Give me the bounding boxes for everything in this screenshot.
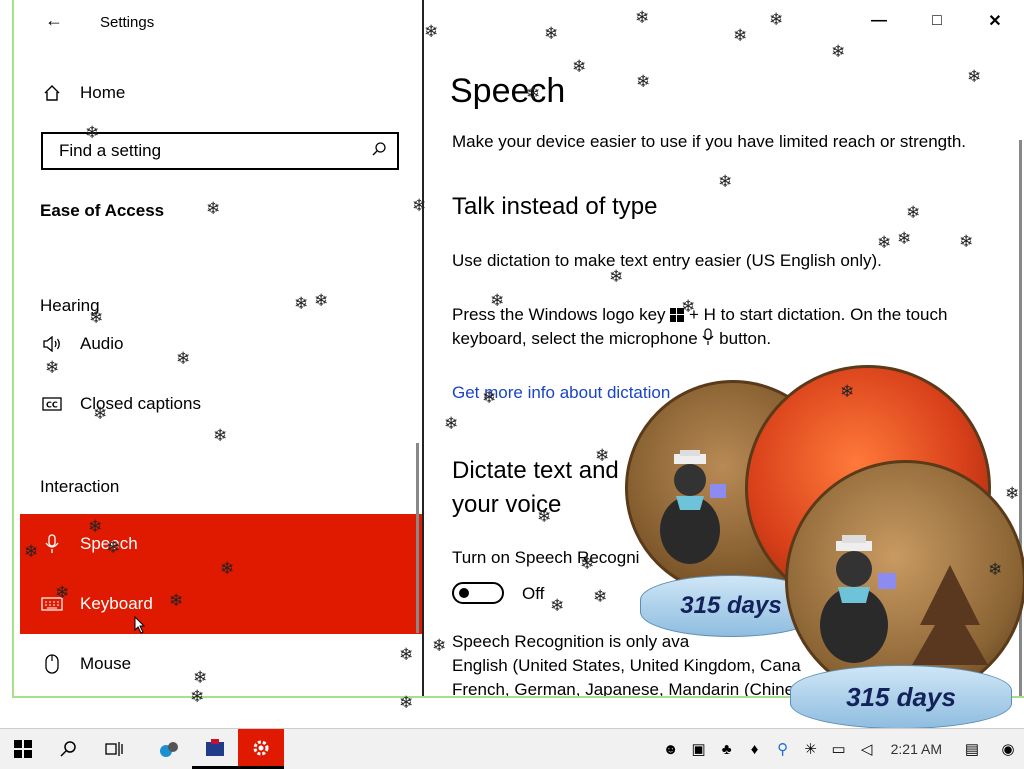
- window-controls: — □ ✕: [850, 6, 1024, 36]
- dictate-heading-line2: your voice: [452, 491, 562, 518]
- speech-recognition-toggle[interactable]: [452, 582, 504, 604]
- people-icon[interactable]: ☻: [657, 729, 685, 769]
- sidebar-item-home[interactable]: Home: [40, 83, 125, 103]
- settings-icon: [253, 740, 269, 755]
- keyboard-icon: [40, 594, 64, 614]
- instruction-text: button.: [719, 329, 772, 348]
- tray-app-icon[interactable]: ◉: [992, 729, 1024, 769]
- speech-recognition-label: Turn on Speech Recogni: [452, 548, 640, 567]
- app-icon: [206, 738, 224, 756]
- search-input[interactable]: [57, 140, 361, 162]
- sidebar: ← Settings Home Ease of Access Hearing A…: [14, 0, 422, 696]
- svg-text:CC: CC: [46, 401, 58, 410]
- sidebar-item-label: Keyboard: [80, 594, 153, 613]
- minimize-button[interactable]: —: [850, 6, 908, 36]
- dictation-text: Use dictation to make text entry easier …: [452, 251, 882, 270]
- search-box[interactable]: [41, 132, 399, 170]
- taskbar-search-button[interactable]: [46, 729, 92, 769]
- sidebar-item-mouse[interactable]: Mouse: [40, 654, 131, 674]
- task-view-button[interactable]: [92, 729, 138, 769]
- start-button[interactable]: [0, 729, 46, 769]
- magnifier-icon[interactable]: ⚲: [769, 729, 797, 769]
- toggle-knob: [459, 588, 469, 598]
- mouse-icon: [40, 654, 64, 674]
- instruction-text: Press the Windows logo key: [452, 305, 666, 324]
- taskbar-app-1[interactable]: [146, 729, 192, 769]
- action-center-icon[interactable]: ▤: [952, 729, 992, 769]
- maximize-button[interactable]: □: [908, 6, 966, 36]
- dictation-instructions: Press the Windows logo key + H to start …: [452, 303, 947, 329]
- tray-app-icon[interactable]: ♣: [713, 729, 741, 769]
- dictate-heading-line1: Dictate text and: [452, 457, 619, 484]
- taskbar-settings[interactable]: [238, 729, 284, 769]
- sidebar-scrollbar[interactable]: [416, 443, 419, 633]
- microphone-icon: [40, 534, 64, 554]
- cc-icon: CC: [40, 394, 64, 414]
- dictation-instructions-line2: keyboard, select the microphone button.: [452, 327, 771, 353]
- tray-app-icon[interactable]: ♦: [741, 729, 769, 769]
- search-icon[interactable]: [371, 141, 387, 162]
- snow-globe-overlay: 315 days 315 days: [620, 365, 1024, 730]
- sidebar-item-label: Speech: [80, 534, 138, 553]
- system-tray: ☻ ▣ ♣ ♦ ⚲ ✳ ▭ ◁ 2:21 AM ▤ ◉: [657, 729, 1024, 769]
- talk-heading: Talk instead of type: [452, 193, 658, 220]
- page-description: Make your device easier to use if you ha…: [452, 132, 967, 151]
- window-title: Settings: [100, 14, 155, 31]
- network-icon[interactable]: ▭: [825, 729, 853, 769]
- snowman-icon: [810, 529, 910, 670]
- back-arrow-icon[interactable]: ←: [42, 10, 66, 34]
- microphone-icon: [702, 328, 714, 353]
- toggle-state-label: Off: [522, 584, 545, 603]
- task-view-icon: [105, 742, 123, 756]
- section-heading-interaction: Interaction: [40, 477, 120, 496]
- sidebar-item-keyboard[interactable]: Keyboard: [40, 594, 153, 614]
- taskbar-app-2[interactable]: [192, 729, 238, 769]
- sidebar-item-speech[interactable]: Speech: [40, 534, 138, 554]
- sidebar-item-label: Closed captions: [80, 394, 201, 413]
- category-heading: Ease of Access: [40, 201, 165, 220]
- sidebar-item-closed-captions[interactable]: CC Closed captions: [40, 394, 201, 414]
- windows-icon: [14, 740, 32, 758]
- sidebar-item-label: Home: [80, 83, 126, 102]
- sidebar-item-audio[interactable]: Audio: [40, 334, 123, 354]
- sidebar-item-label: Mouse: [80, 654, 132, 673]
- pine-tree-icon: [910, 565, 990, 680]
- tray-app-icon[interactable]: ▣: [685, 729, 713, 769]
- instruction-text: keyboard, select the microphone: [452, 329, 698, 348]
- clock[interactable]: 2:21 AM: [881, 741, 952, 757]
- app-icon: [160, 742, 178, 757]
- page-title: Speech: [450, 72, 566, 110]
- sidebar-item-label: Audio: [80, 334, 124, 353]
- mouse-cursor-icon: [134, 615, 146, 639]
- search-icon: [60, 741, 76, 757]
- snowman-icon: [650, 444, 740, 575]
- section-heading-hearing: Hearing: [40, 296, 100, 315]
- windows-logo-icon: [670, 305, 685, 329]
- globe-base-large: 315 days: [790, 665, 1012, 729]
- speaker-icon: [40, 334, 64, 354]
- snowflake-tray-icon[interactable]: ✳: [797, 729, 825, 769]
- instruction-text: + H to start dictation. On the touch: [689, 305, 948, 324]
- close-button[interactable]: ✕: [966, 6, 1024, 36]
- taskbar: ☻ ▣ ♣ ♦ ⚲ ✳ ▭ ◁ 2:21 AM ▤ ◉: [0, 728, 1024, 769]
- volume-muted-icon[interactable]: ◁: [853, 729, 881, 769]
- home-icon: [40, 83, 64, 103]
